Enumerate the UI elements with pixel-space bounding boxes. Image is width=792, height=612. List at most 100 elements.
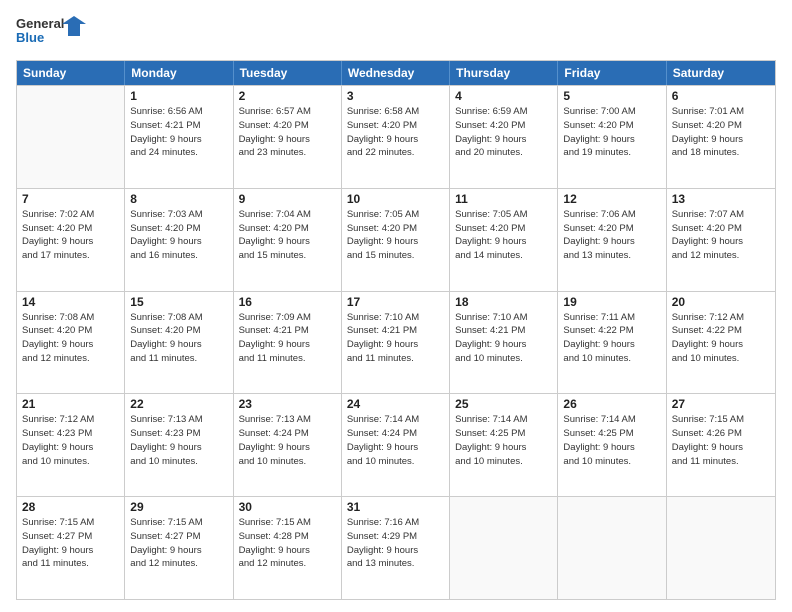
day-info-14: Sunrise: 7:08 AMSunset: 4:20 PMDaylight:… <box>22 311 119 366</box>
day-number-1: 1 <box>130 89 227 103</box>
day-number-28: 28 <box>22 500 119 514</box>
day-info-26: Sunrise: 7:14 AMSunset: 4:25 PMDaylight:… <box>563 413 660 468</box>
day-21: 21 Sunrise: 7:12 AMSunset: 4:23 PMDayligh… <box>17 394 125 496</box>
day-4: 4 Sunrise: 6:59 AMSunset: 4:20 PMDaylight… <box>450 86 558 188</box>
empty-cell-4-5 <box>558 497 666 599</box>
day-5: 5 Sunrise: 7:00 AMSunset: 4:20 PMDaylight… <box>558 86 666 188</box>
day-info-18: Sunrise: 7:10 AMSunset: 4:21 PMDaylight:… <box>455 311 552 366</box>
day-info-16: Sunrise: 7:09 AMSunset: 4:21 PMDaylight:… <box>239 311 336 366</box>
day-number-31: 31 <box>347 500 444 514</box>
day-info-31: Sunrise: 7:16 AMSunset: 4:29 PMDaylight:… <box>347 516 444 571</box>
day-10: 10 Sunrise: 7:05 AMSunset: 4:20 PMDayligh… <box>342 189 450 291</box>
calendar-week-5: 28 Sunrise: 7:15 AMSunset: 4:27 PMDayligh… <box>17 496 775 599</box>
svg-text:Blue: Blue <box>16 30 44 45</box>
day-27: 27 Sunrise: 7:15 AMSunset: 4:26 PMDayligh… <box>667 394 775 496</box>
day-info-6: Sunrise: 7:01 AMSunset: 4:20 PMDaylight:… <box>672 105 770 160</box>
header-cell-friday: Friday <box>558 61 666 85</box>
day-30: 30 Sunrise: 7:15 AMSunset: 4:28 PMDayligh… <box>234 497 342 599</box>
day-info-10: Sunrise: 7:05 AMSunset: 4:20 PMDaylight:… <box>347 208 444 263</box>
calendar-week-1: 1Sunrise: 6:56 AMSunset: 4:21 PMDaylight… <box>17 85 775 188</box>
day-number-10: 10 <box>347 192 444 206</box>
day-22: 22Sunrise: 7:13 AMSunset: 4:23 PMDayligh… <box>125 394 233 496</box>
day-number-27: 27 <box>672 397 770 411</box>
day-26: 26 Sunrise: 7:14 AMSunset: 4:25 PMDayligh… <box>558 394 666 496</box>
day-info-2: Sunrise: 6:57 AMSunset: 4:20 PMDaylight:… <box>239 105 336 160</box>
calendar: SundayMondayTuesdayWednesdayThursdayFrid… <box>16 60 776 600</box>
empty-cell-4-4 <box>450 497 558 599</box>
page-header: General Blue <box>16 12 776 52</box>
day-info-28: Sunrise: 7:15 AMSunset: 4:27 PMDaylight:… <box>22 516 119 571</box>
day-1: 1Sunrise: 6:56 AMSunset: 4:21 PMDaylight… <box>125 86 233 188</box>
day-number-19: 19 <box>563 295 660 309</box>
day-7: 7 Sunrise: 7:02 AMSunset: 4:20 PMDaylight… <box>17 189 125 291</box>
day-info-23: Sunrise: 7:13 AMSunset: 4:24 PMDaylight:… <box>239 413 336 468</box>
day-18: 18 Sunrise: 7:10 AMSunset: 4:21 PMDayligh… <box>450 292 558 394</box>
header-cell-monday: Monday <box>125 61 233 85</box>
day-info-12: Sunrise: 7:06 AMSunset: 4:20 PMDaylight:… <box>563 208 660 263</box>
day-15: 15 Sunrise: 7:08 AMSunset: 4:20 PMDayligh… <box>125 292 233 394</box>
day-info-27: Sunrise: 7:15 AMSunset: 4:26 PMDaylight:… <box>672 413 770 468</box>
day-info-17: Sunrise: 7:10 AMSunset: 4:21 PMDaylight:… <box>347 311 444 366</box>
day-number-3: 3 <box>347 89 444 103</box>
day-number-17: 17 <box>347 295 444 309</box>
day-number-18: 18 <box>455 295 552 309</box>
day-number-11: 11 <box>455 192 552 206</box>
calendar-week-4: 21 Sunrise: 7:12 AMSunset: 4:23 PMDayligh… <box>17 393 775 496</box>
day-number-16: 16 <box>239 295 336 309</box>
header-cell-tuesday: Tuesday <box>234 61 342 85</box>
day-31: 31 Sunrise: 7:16 AMSunset: 4:29 PMDayligh… <box>342 497 450 599</box>
day-info-5: Sunrise: 7:00 AMSunset: 4:20 PMDaylight:… <box>563 105 660 160</box>
day-number-2: 2 <box>239 89 336 103</box>
day-12: 12 Sunrise: 7:06 AMSunset: 4:20 PMDayligh… <box>558 189 666 291</box>
day-3: 3 Sunrise: 6:58 AMSunset: 4:20 PMDaylight… <box>342 86 450 188</box>
day-24: 24Sunrise: 7:14 AMSunset: 4:24 PMDayligh… <box>342 394 450 496</box>
day-11: 11 Sunrise: 7:05 AMSunset: 4:20 PMDayligh… <box>450 189 558 291</box>
day-info-4: Sunrise: 6:59 AMSunset: 4:20 PMDaylight:… <box>455 105 552 160</box>
day-14: 14 Sunrise: 7:08 AMSunset: 4:20 PMDayligh… <box>17 292 125 394</box>
day-info-15: Sunrise: 7:08 AMSunset: 4:20 PMDaylight:… <box>130 311 227 366</box>
calendar-week-2: 7 Sunrise: 7:02 AMSunset: 4:20 PMDaylight… <box>17 188 775 291</box>
header-cell-sunday: Sunday <box>17 61 125 85</box>
day-info-30: Sunrise: 7:15 AMSunset: 4:28 PMDaylight:… <box>239 516 336 571</box>
day-25: 25Sunrise: 7:14 AMSunset: 4:25 PMDayligh… <box>450 394 558 496</box>
header-cell-thursday: Thursday <box>450 61 558 85</box>
day-number-8: 8 <box>130 192 227 206</box>
day-number-14: 14 <box>22 295 119 309</box>
day-info-25: Sunrise: 7:14 AMSunset: 4:25 PMDaylight:… <box>455 413 552 468</box>
day-info-3: Sunrise: 6:58 AMSunset: 4:20 PMDaylight:… <box>347 105 444 160</box>
day-info-19: Sunrise: 7:11 AMSunset: 4:22 PMDaylight:… <box>563 311 660 366</box>
day-info-8: Sunrise: 7:03 AMSunset: 4:20 PMDaylight:… <box>130 208 227 263</box>
day-info-21: Sunrise: 7:12 AMSunset: 4:23 PMDaylight:… <box>22 413 119 468</box>
day-info-24: Sunrise: 7:14 AMSunset: 4:24 PMDaylight:… <box>347 413 444 468</box>
day-info-22: Sunrise: 7:13 AMSunset: 4:23 PMDaylight:… <box>130 413 227 468</box>
day-29: 29 Sunrise: 7:15 AMSunset: 4:27 PMDayligh… <box>125 497 233 599</box>
day-2: 2 Sunrise: 6:57 AMSunset: 4:20 PMDaylight… <box>234 86 342 188</box>
day-number-15: 15 <box>130 295 227 309</box>
day-number-7: 7 <box>22 192 119 206</box>
day-number-6: 6 <box>672 89 770 103</box>
empty-cell-4-6 <box>667 497 775 599</box>
day-info-7: Sunrise: 7:02 AMSunset: 4:20 PMDaylight:… <box>22 208 119 263</box>
day-8: 8 Sunrise: 7:03 AMSunset: 4:20 PMDaylight… <box>125 189 233 291</box>
day-info-13: Sunrise: 7:07 AMSunset: 4:20 PMDaylight:… <box>672 208 770 263</box>
calendar-week-3: 14 Sunrise: 7:08 AMSunset: 4:20 PMDayligh… <box>17 291 775 394</box>
day-number-12: 12 <box>563 192 660 206</box>
day-info-29: Sunrise: 7:15 AMSunset: 4:27 PMDaylight:… <box>130 516 227 571</box>
header-cell-saturday: Saturday <box>667 61 775 85</box>
calendar-page: General Blue SundayMondayTuesdayWednesda… <box>0 0 792 612</box>
day-number-13: 13 <box>672 192 770 206</box>
day-16: 16 Sunrise: 7:09 AMSunset: 4:21 PMDayligh… <box>234 292 342 394</box>
day-number-21: 21 <box>22 397 119 411</box>
day-number-30: 30 <box>239 500 336 514</box>
day-28: 28 Sunrise: 7:15 AMSunset: 4:27 PMDayligh… <box>17 497 125 599</box>
day-number-5: 5 <box>563 89 660 103</box>
calendar-body: 1Sunrise: 6:56 AMSunset: 4:21 PMDaylight… <box>17 85 775 599</box>
day-number-4: 4 <box>455 89 552 103</box>
header-cell-wednesday: Wednesday <box>342 61 450 85</box>
day-number-26: 26 <box>563 397 660 411</box>
day-number-29: 29 <box>130 500 227 514</box>
day-23: 23Sunrise: 7:13 AMSunset: 4:24 PMDayligh… <box>234 394 342 496</box>
day-number-9: 9 <box>239 192 336 206</box>
day-info-11: Sunrise: 7:05 AMSunset: 4:20 PMDaylight:… <box>455 208 552 263</box>
day-info-20: Sunrise: 7:12 AMSunset: 4:22 PMDaylight:… <box>672 311 770 366</box>
